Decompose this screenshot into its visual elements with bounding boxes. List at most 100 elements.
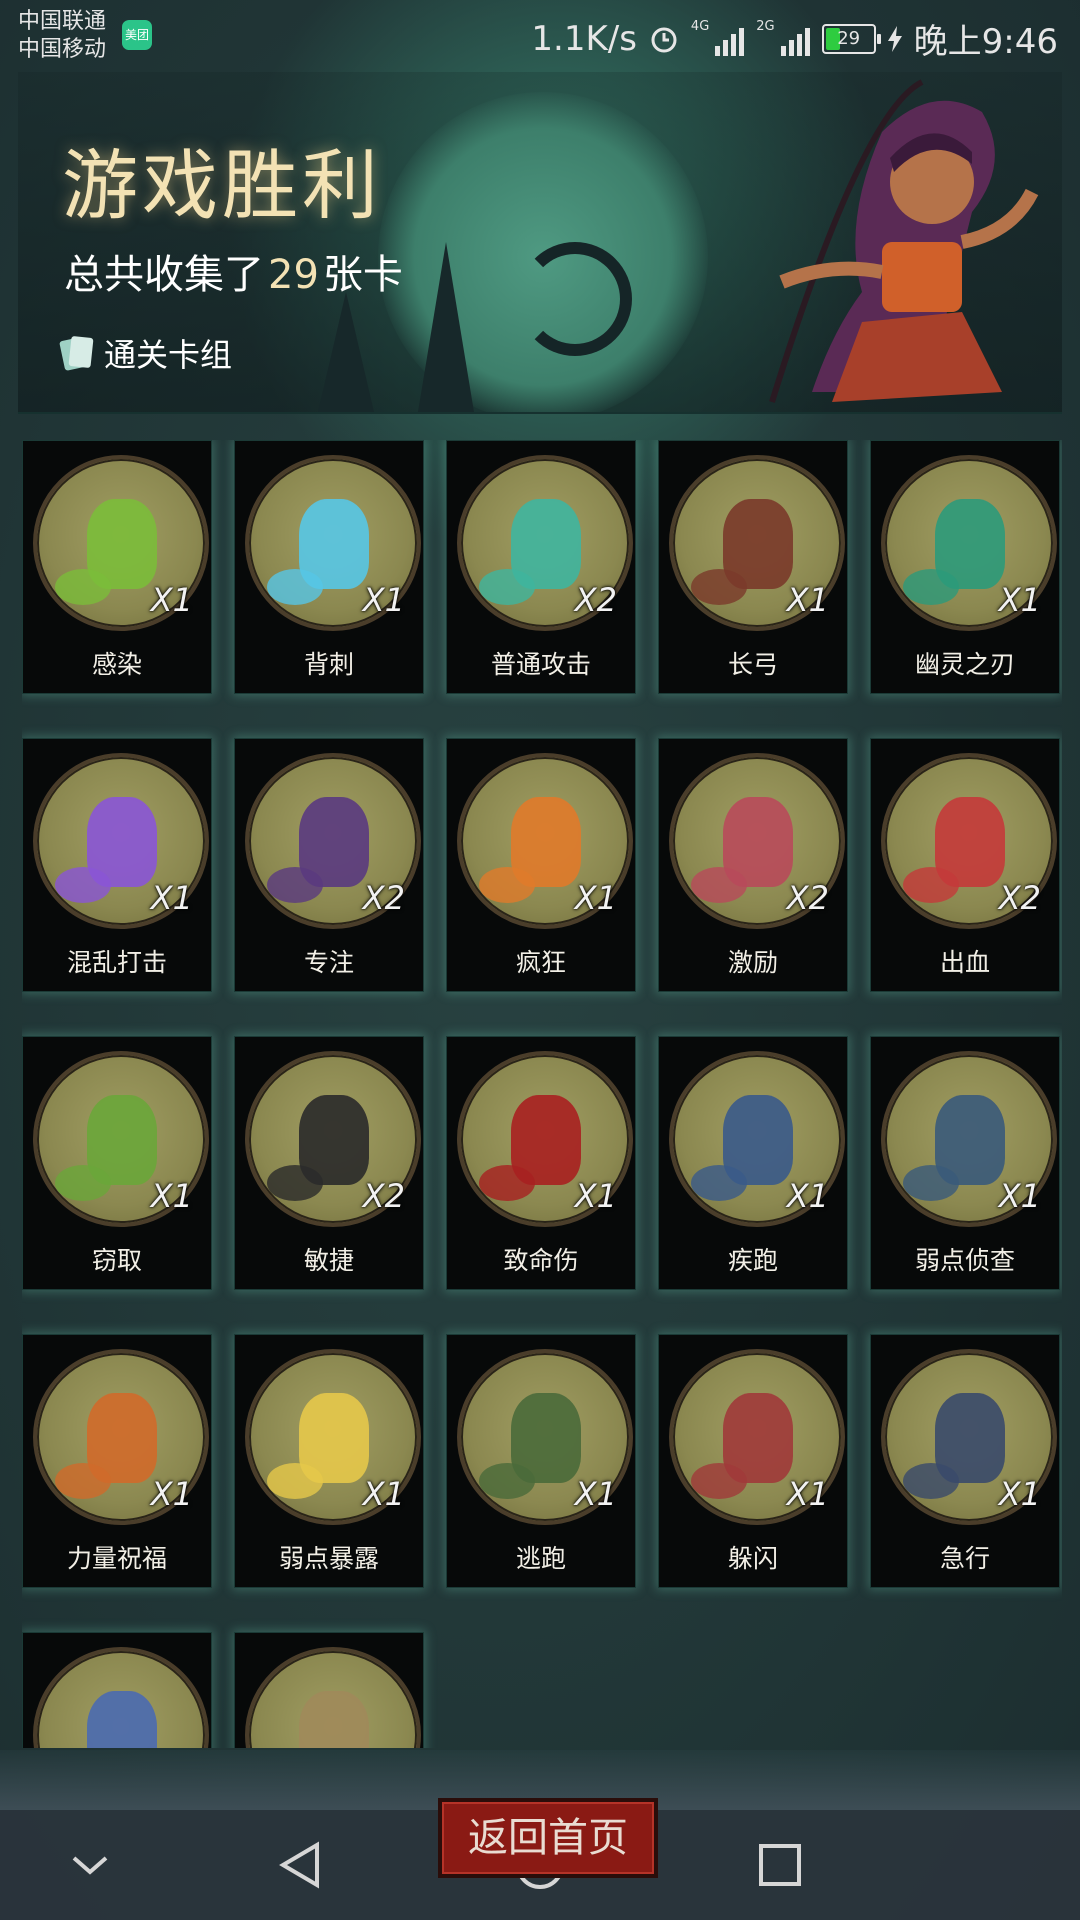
card-name: 激励	[727, 948, 778, 977]
skill-card[interactable]: X1 疾跑	[658, 1036, 848, 1290]
card-art-detail	[903, 1463, 959, 1499]
card-name: 急行	[939, 1544, 990, 1573]
card-art-detail	[55, 867, 111, 903]
card-quantity: X1	[362, 1475, 405, 1513]
card-quantity: X2	[786, 879, 829, 917]
card-name: 逃跑	[515, 1544, 566, 1573]
skill-card[interactable]: X1 背刺	[234, 440, 424, 694]
skill-card[interactable]: X1 逃跑	[446, 1334, 636, 1588]
skill-card[interactable]: X1 躲闪	[658, 1334, 848, 1588]
skill-card[interactable]	[234, 1632, 424, 1748]
skill-card[interactable]: X2 普通攻击	[446, 440, 636, 694]
card-name: 弱点侦查	[914, 1246, 1015, 1275]
cleared-deck-label: 通关卡组	[104, 336, 233, 374]
skill-card[interactable]: X1 长弓	[658, 440, 848, 694]
skill-card[interactable]: X1 弱点侦查	[870, 1036, 1060, 1290]
battery-icon: 29	[821, 23, 881, 54]
card-art-detail	[479, 1165, 535, 1201]
card-quantity: X1	[998, 1177, 1041, 1215]
card-art-detail	[55, 1463, 111, 1499]
card-quantity: X1	[998, 1475, 1041, 1513]
skill-card[interactable]: X1 致命伤	[446, 1036, 636, 1290]
carrier-2: 中国移动	[18, 37, 107, 62]
card-name: 疯狂	[515, 948, 566, 977]
card-art-detail	[267, 1165, 323, 1201]
card-quantity: X2	[362, 1177, 405, 1215]
carrier-1: 中国联通	[18, 9, 107, 34]
skill-card[interactable]: X2 出血	[870, 738, 1060, 992]
card-quantity: X1	[786, 1177, 829, 1215]
card-grid: X1 感染 X1 背刺 X2 普通攻击 X1 长弓 X1 幽灵之刃 X1 混乱打击 X2 专注 X1 疯狂 X2…	[22, 440, 1062, 1748]
skill-card[interactable]: X1 急行	[870, 1334, 1060, 1588]
card-quantity: X2	[998, 879, 1041, 917]
card-art-detail	[55, 569, 111, 605]
cleared-deck-link[interactable]: 通关卡组	[62, 330, 232, 376]
net-speed: 1.1K/s	[531, 18, 637, 59]
summary-suffix: 张卡	[322, 252, 403, 298]
card-name: 致命伤	[503, 1246, 579, 1275]
tree-art	[318, 292, 374, 412]
skill-card[interactable]: X2 专注	[234, 738, 424, 992]
card-art-detail	[691, 1463, 747, 1499]
card-art-detail	[267, 1463, 323, 1499]
alarm-icon	[651, 27, 677, 52]
cards-icon	[62, 335, 92, 371]
net-2g-label: 2G	[756, 19, 775, 34]
card-quantity: X2	[574, 581, 617, 619]
card-art-detail	[479, 867, 535, 903]
card-quantity: X1	[786, 1475, 829, 1513]
card-art-detail	[267, 569, 323, 605]
skill-card[interactable]: X1 疯狂	[446, 738, 636, 992]
card-art-detail	[55, 1165, 111, 1201]
recents-icon[interactable]	[720, 1810, 840, 1920]
card-quantity: X1	[150, 1177, 193, 1215]
skill-card[interactable]	[22, 1632, 212, 1748]
skill-card[interactable]: X1 窃取	[22, 1036, 212, 1290]
skill-card[interactable]: X1 力量祝福	[22, 1334, 212, 1588]
page-title: 游戏胜利	[62, 141, 382, 230]
card-name: 窃取	[91, 1246, 142, 1275]
card-portrait	[245, 1647, 421, 1748]
skill-card[interactable]: X1 感染	[22, 440, 212, 694]
card-name: 专注	[303, 948, 354, 977]
swirl-art	[518, 242, 632, 356]
card-quantity: X1	[150, 879, 193, 917]
card-quantity: X1	[574, 879, 617, 917]
card-art-detail	[691, 1165, 747, 1201]
card-quantity: X1	[150, 581, 193, 619]
card-name: 背刺	[303, 650, 354, 679]
skill-card[interactable]: X2 激励	[658, 738, 848, 992]
card-art-detail	[903, 569, 959, 605]
card-name: 疾跑	[727, 1246, 778, 1275]
card-quantity: X1	[574, 1475, 617, 1513]
card-name: 出血	[939, 948, 990, 977]
cards-count: 29	[268, 252, 319, 298]
status-bar: 中国联通 中国移动 美团 1.1K/s 4G 2G 29 晚上9:46	[0, 0, 1080, 72]
tree-art	[418, 242, 474, 412]
card-name: 敏捷	[303, 1246, 354, 1275]
card-art-detail	[691, 569, 747, 605]
back-icon[interactable]	[240, 1810, 360, 1920]
skill-card[interactable]: X1 混乱打击	[22, 738, 212, 992]
card-quantity: X2	[362, 879, 405, 917]
return-home-button[interactable]: 返回首页	[438, 1798, 658, 1878]
card-name: 力量祝福	[66, 1544, 167, 1573]
card-art-detail	[267, 867, 323, 903]
victory-banner: 游戏胜利 总共收集了 29 张卡 通关卡组	[18, 72, 1062, 414]
skill-card[interactable]: X1 幽灵之刃	[870, 440, 1060, 694]
card-quantity: X1	[574, 1177, 617, 1215]
cards-collected-summary: 总共收集了 29 张卡	[64, 242, 403, 300]
card-art	[87, 1691, 157, 1748]
skill-card[interactable]: X1 弱点暴露	[234, 1334, 424, 1588]
status-indicators: 1.1K/s 4G 2G 29 晚上9:46	[531, 14, 1058, 63]
clock: 晚上9:46	[913, 22, 1058, 62]
card-portrait	[33, 1647, 209, 1748]
chevron-down-icon[interactable]	[30, 1810, 150, 1920]
card-art	[299, 1691, 369, 1748]
card-name: 混乱打击	[66, 948, 167, 977]
charging-icon	[887, 25, 902, 52]
net-4g-label: 4G	[690, 19, 710, 34]
battery-level: 29	[837, 27, 861, 49]
card-name: 长弓	[727, 650, 778, 679]
skill-card[interactable]: X2 敏捷	[234, 1036, 424, 1290]
